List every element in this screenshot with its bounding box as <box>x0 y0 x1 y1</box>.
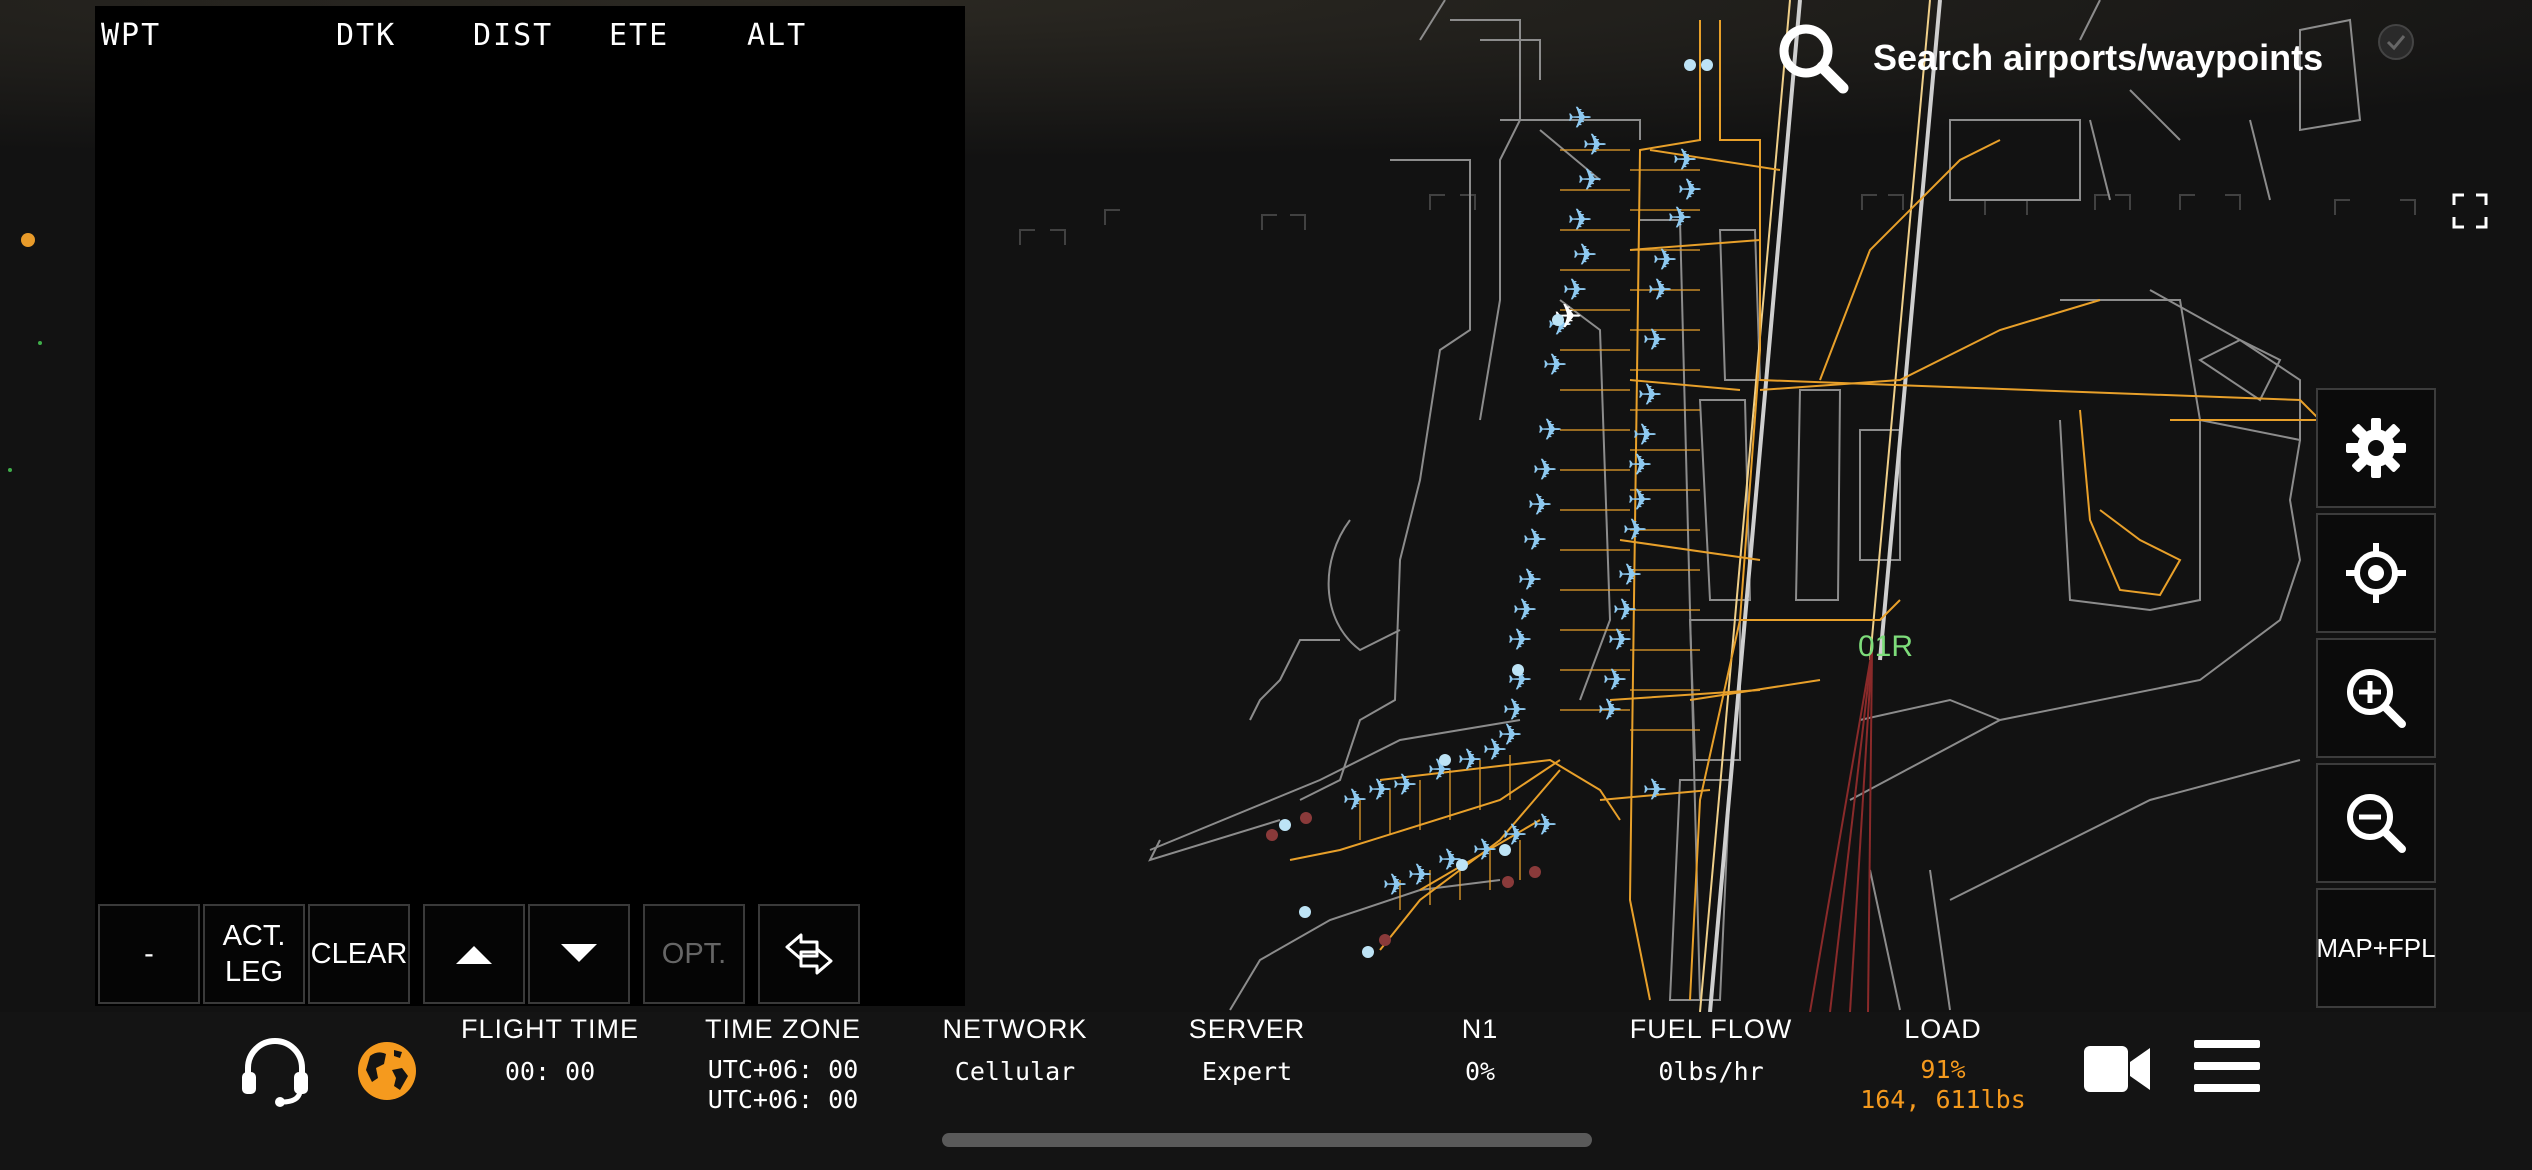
svg-text:✈: ✈ <box>1392 768 1417 803</box>
zoom-out-button[interactable] <box>2316 763 2436 883</box>
search-icon <box>1779 24 1849 94</box>
svg-text:✈: ✈ <box>1472 833 1497 868</box>
server-value: Expert <box>1201 1057 1293 1086</box>
column-header-dist: DIST <box>473 18 554 53</box>
column-header-alt: ALT <box>747 18 808 53</box>
svg-text:✈: ✈ <box>1482 733 1507 768</box>
column-header-ete: ETE <box>609 18 670 53</box>
time-zone-stat: TIME ZONE UTC+06: 00 UTC+06: 00 <box>673 1014 893 1115</box>
remove-label: - <box>144 938 154 970</box>
time-zone-label: TIME ZONE <box>705 1014 861 1044</box>
network-stat: NETWORK Cellular <box>905 1014 1125 1087</box>
clear-label: CLEAR <box>310 938 408 970</box>
move-up-button[interactable] <box>423 904 525 1004</box>
svg-text:✈: ✈ <box>1597 693 1622 728</box>
svg-text:✈: ✈ <box>1532 808 1557 843</box>
fuel-flow-value: 0lbs/hr <box>1658 1057 1764 1086</box>
server-label: SERVER <box>1188 1014 1306 1044</box>
server-stat: SERVER Expert <box>1137 1014 1357 1087</box>
map-fpl-toggle-button[interactable]: MAP+FPL <box>2316 888 2436 1008</box>
time-zone-value-1: UTC+06: 00 <box>707 1055 859 1084</box>
svg-text:✈: ✈ <box>1532 453 1557 488</box>
svg-text:✈: ✈ <box>1647 273 1672 308</box>
options-button[interactable]: OPT. <box>643 904 745 1004</box>
activate-leg-button[interactable]: ACT. LEG <box>203 904 305 1004</box>
settings-button[interactable] <box>2316 388 2436 508</box>
load-weight-value: 164, 611lbs <box>1860 1085 2026 1114</box>
flight-time-label: FLIGHT TIME <box>460 1014 640 1044</box>
camera-icon[interactable] <box>2082 1042 2152 1096</box>
swap-direction-icon <box>785 933 833 975</box>
svg-text:✈: ✈ <box>1522 523 1547 558</box>
runway-label: 01R <box>1858 630 1914 663</box>
svg-text:✈: ✈ <box>1382 868 1407 903</box>
svg-text:✈: ✈ <box>1367 773 1392 808</box>
svg-text:✈: ✈ <box>1537 413 1562 448</box>
clear-button[interactable]: CLEAR <box>308 904 410 1004</box>
svg-text:✈: ✈ <box>1642 323 1667 358</box>
center-aircraft-button[interactable] <box>2316 513 2436 633</box>
map-scene[interactable]: ✈ ✈ ✈ ✈ ✈ ✈ ✈ ✈ ✈ ✈ ✈ ✈ ✈ ✈ ✈ ✈ ✈ ✈ ✈ ✈ ✈ ✈ ✈ ✈ ✈ ✈ ✈ ✈ ✈ ✈ … <box>0 0 2532 1012</box>
up-arrow-icon <box>456 946 492 964</box>
svg-text:✈: ✈ <box>1622 513 1647 548</box>
svg-text:✈: ✈ <box>1667 201 1692 236</box>
svg-text:✈: ✈ <box>1572 238 1597 273</box>
fuel-flow-stat: FUEL FLOW 0lbs/hr <box>1601 1014 1821 1087</box>
swap-direction-button[interactable] <box>758 904 860 1004</box>
svg-text:✈: ✈ <box>1637 378 1662 413</box>
svg-text:✈: ✈ <box>1342 783 1367 818</box>
remove-waypoint-button[interactable]: - <box>98 904 200 1004</box>
search-placeholder: Search airports/waypoints <box>1873 37 2324 78</box>
flight-time-stat: FLIGHT TIME 00: 00 <box>440 1014 660 1087</box>
load-percent-value: 91% <box>1920 1055 1966 1084</box>
down-arrow-icon <box>561 944 597 962</box>
svg-text:✈: ✈ <box>1642 773 1667 808</box>
move-down-button[interactable] <box>528 904 630 1004</box>
network-value: Cellular <box>954 1057 1076 1086</box>
svg-text:✈: ✈ <box>1407 858 1432 893</box>
load-label: LOAD <box>1904 1014 1982 1044</box>
headset-icon[interactable] <box>238 1034 312 1108</box>
search-bar[interactable]: Search airports/waypoints <box>1775 18 2323 98</box>
svg-text:✈: ✈ <box>1507 623 1532 658</box>
gear-icon <box>2346 418 2406 478</box>
svg-text:✈: ✈ <box>1527 488 1552 523</box>
column-header-wpt: WPT <box>101 18 162 53</box>
flight-time-value: 00: 00 <box>504 1057 596 1086</box>
svg-text:✈: ✈ <box>1457 743 1482 778</box>
time-zone-value-2: UTC+06: 00 <box>707 1085 859 1114</box>
home-indicator[interactable] <box>942 1133 1592 1147</box>
map-fpl-label: MAP+FPL <box>2316 932 2436 963</box>
load-stat: LOAD 91% 164, 611lbs <box>1833 1014 2053 1115</box>
zoom-in-icon <box>2347 669 2406 728</box>
zoom-in-button[interactable] <box>2316 638 2436 758</box>
column-header-dtk: DTK <box>336 18 397 53</box>
svg-text:✈: ✈ <box>1617 558 1642 593</box>
fullscreen-icon[interactable] <box>2452 193 2488 229</box>
svg-text:✈: ✈ <box>1567 203 1592 238</box>
activate-leg-label: ACT. LEG <box>222 920 286 988</box>
globe-icon[interactable] <box>356 1040 418 1102</box>
n1-label: N1 <box>1461 1014 1499 1044</box>
fuel-flow-label: FUEL FLOW <box>1629 1014 1793 1044</box>
crosshair-icon <box>2346 543 2406 603</box>
flight-plan-panel: WPT DTK DIST ETE ALT <box>95 6 965 1006</box>
check-icon[interactable] <box>2376 22 2416 62</box>
svg-text:✈: ✈ <box>1607 623 1632 658</box>
svg-text:✈: ✈ <box>1542 348 1567 383</box>
n1-stat: N1 0% <box>1370 1014 1590 1087</box>
zoom-out-icon <box>2347 794 2406 853</box>
svg-text:✈: ✈ <box>1627 448 1652 483</box>
network-label: NETWORK <box>942 1014 1088 1044</box>
menu-icon[interactable] <box>2192 1036 2262 1096</box>
svg-text:✈: ✈ <box>1577 163 1602 198</box>
svg-text:✈: ✈ <box>1582 128 1607 163</box>
n1-value: 0% <box>1464 1057 1496 1086</box>
options-label: OPT. <box>661 938 727 970</box>
